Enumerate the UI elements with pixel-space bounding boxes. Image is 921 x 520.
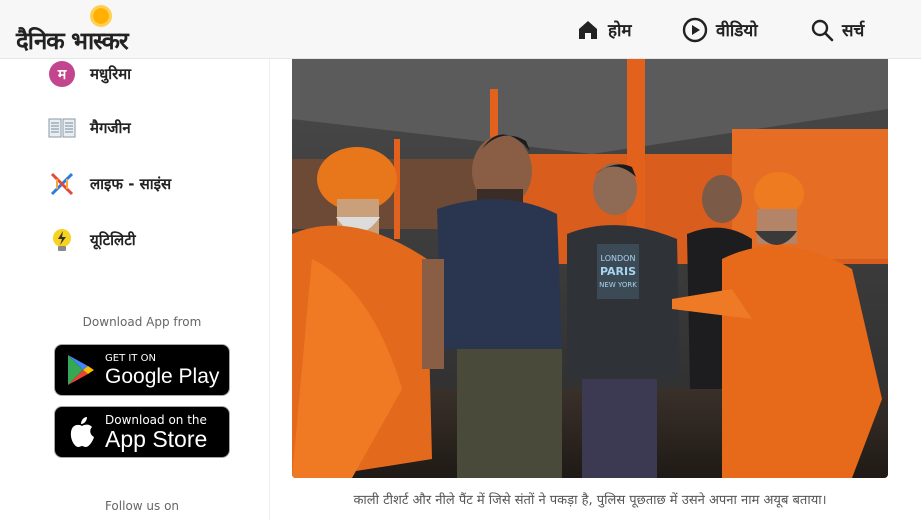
google-play-icon: [68, 355, 94, 385]
apple-icon: [70, 417, 94, 447]
svg-text:PARIS: PARIS: [600, 265, 636, 278]
home-icon: [579, 20, 597, 39]
sidebar-item-label: मैगजीन: [90, 119, 131, 137]
dainik-bhaskar-logo[interactable]: दैनिक भास्कर: [16, 4, 161, 56]
sidebar-item-label: यूटिलिटी: [90, 231, 136, 249]
nav-home[interactable]: होम: [576, 0, 632, 59]
nav-home-label: होम: [608, 21, 632, 41]
follow-us-label: Follow us on: [104, 499, 180, 513]
madhurima-icon: म: [48, 60, 76, 88]
article-photo: LONDON PARIS NEW YORK: [292, 59, 888, 478]
logo-text: दैनिक भास्कर: [16, 27, 129, 55]
google-play-button[interactable]: GET IT ON Google Play: [54, 344, 230, 396]
app-store-button[interactable]: Download on the App Store: [54, 406, 230, 458]
sidebar-item-label: लाइफ - साइंस: [90, 175, 172, 193]
top-header: दैनिक भास्कर होम वीडियो सर्च: [0, 0, 921, 59]
sidebar: म मधुरिमा मैगजीन लाइफ - साइंस यूटिलिटी D…: [0, 59, 270, 520]
svg-text:NEW YORK: NEW YORK: [599, 281, 637, 289]
sidebar-item-utility[interactable]: यूटिलिटी: [48, 225, 136, 255]
search-icon: [811, 19, 834, 41]
magazine-icon: [48, 114, 76, 142]
sidebar-item-life-science[interactable]: लाइफ - साइंस: [48, 169, 171, 199]
shirt-print-text: LONDON: [601, 254, 636, 263]
lightbulb-icon: [48, 226, 76, 254]
nav-video-label: वीडियो: [716, 21, 758, 41]
nav-search[interactable]: सर्च: [810, 0, 864, 59]
nav-video[interactable]: वीडियो: [682, 0, 758, 59]
download-app-label: Download App from: [82, 315, 202, 329]
sidebar-item-magazine[interactable]: मैगजीन: [48, 113, 131, 143]
photo-caption: काली टीशर्ट और नीले पैंट में जिसे संतों …: [353, 493, 827, 508]
nav-search-label: सर्च: [842, 21, 865, 41]
sidebar-item-madhurima[interactable]: म मधुरिमा: [48, 59, 131, 89]
dna-icon: [48, 170, 76, 198]
play-circle-icon: [682, 17, 708, 42]
sidebar-item-label: मधुरिमा: [90, 65, 132, 83]
